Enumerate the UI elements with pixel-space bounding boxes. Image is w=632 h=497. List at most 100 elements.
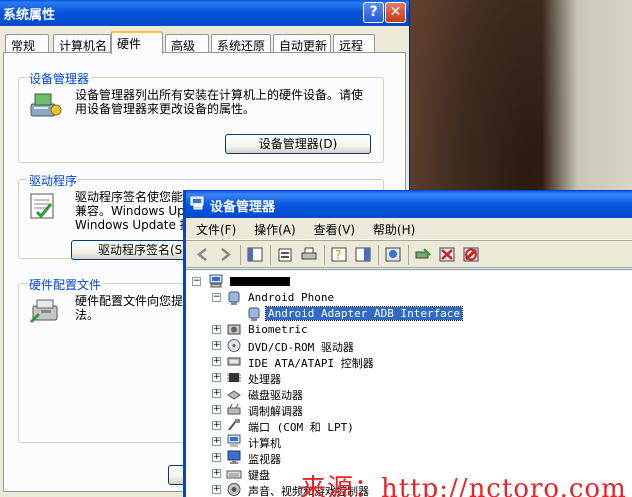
- toolbar-separator: [324, 245, 325, 265]
- tab-system-restore[interactable]: 系统还原: [211, 34, 271, 53]
- toolbar-separator: [240, 245, 241, 265]
- hardware-profiles-icon: [29, 299, 58, 324]
- device-manager-button[interactable]: 设备管理器(D): [225, 134, 371, 154]
- tree-node-dvd[interactable]: + DVD/CD-ROM 驱动器: [212, 338, 412, 354]
- update-driver-icon[interactable]: [414, 246, 432, 263]
- tab-remote[interactable]: 远程: [333, 34, 375, 53]
- expand-expander[interactable]: +: [212, 357, 221, 366]
- system-properties-titlebar[interactable]: 系统属性 ? ✕: [0, 0, 409, 26]
- help-button[interactable]: ?: [363, 2, 384, 23]
- device-manager-description-line2: 用设备管理器来更改设备的属性。: [75, 102, 256, 116]
- tree-node-ports[interactable]: + 端口 (COM 和 LPT): [212, 418, 412, 434]
- tree-node-ide[interactable]: + IDE ATA/ATAPI 控制器: [212, 354, 412, 370]
- device-manager-group-title: 设备管理器: [27, 70, 92, 87]
- forward-icon[interactable]: [216, 246, 234, 263]
- monitor-icon: [227, 450, 241, 464]
- show-hide-action-pane-icon[interactable]: [354, 246, 372, 263]
- toolbar-separator: [408, 245, 409, 265]
- tab-advanced[interactable]: 高级: [165, 34, 209, 53]
- tree-node-monitor[interactable]: + 监视器: [212, 450, 412, 466]
- device-manager-icon: [30, 93, 62, 117]
- tree-node-label: Biometric: [248, 323, 308, 336]
- driver-signing-icon: [30, 193, 54, 219]
- biometric-icon: [227, 324, 241, 335]
- hardware-profiles-description-line1: 硬件配置文件向您提: [75, 294, 184, 308]
- tree-node-label: 计算机: [248, 437, 281, 450]
- toolbar: ?: [186, 240, 632, 268]
- menu-help[interactable]: 帮助(H): [373, 221, 415, 238]
- drivers-description-line3: Windows Update 搜: [75, 218, 192, 232]
- tree-node-label-selected: Android Adapter ADB Interface: [264, 306, 464, 321]
- menu-action[interactable]: 操作(A): [254, 221, 296, 238]
- tree-root[interactable]: −: [192, 274, 392, 290]
- modem-icon: [227, 403, 241, 415]
- expand-expander[interactable]: +: [212, 437, 221, 446]
- menu-view[interactable]: 查看(V): [314, 221, 356, 238]
- disable-device-icon[interactable]: [438, 246, 456, 263]
- show-hide-console-tree-icon[interactable]: [246, 246, 264, 263]
- tree-node-biometric[interactable]: + Biometric: [212, 322, 412, 338]
- phone-device-icon: [228, 291, 240, 305]
- tree-node-disk[interactable]: + 磁盘驱动器: [212, 386, 412, 402]
- dvd-drive-icon: [227, 339, 241, 352]
- tree-node-modem[interactable]: + 调制解调器: [212, 402, 412, 418]
- tree-node-label: 磁盘驱动器: [248, 389, 303, 402]
- ide-controller-icon: [227, 357, 241, 366]
- system-properties-title: 系统属性: [3, 8, 56, 23]
- scan-hardware-icon[interactable]: [384, 246, 402, 263]
- tree-node-label: Android Phone: [248, 291, 335, 304]
- tree-node-computer[interactable]: + 计算机: [212, 434, 412, 450]
- tree-node-android-phone[interactable]: − Android Phone: [212, 290, 412, 306]
- hardware-profiles-group-title: 硬件配置文件: [27, 276, 104, 293]
- collapse-expander[interactable]: −: [212, 293, 221, 302]
- tree-node-adb-interface[interactable]: Android Adapter ADB Interface: [246, 306, 506, 322]
- adb-interface-icon: [248, 307, 260, 321]
- source-watermark: 来源：http://nctoro.com: [300, 474, 627, 497]
- expand-expander[interactable]: +: [212, 405, 221, 414]
- background-wall: [542, 0, 632, 200]
- computer-root-icon: [209, 274, 223, 288]
- print-icon[interactable]: [300, 246, 318, 263]
- expand-expander[interactable]: +: [212, 453, 221, 462]
- device-tree[interactable]: − − Android Phone Android Adapter ADB In…: [186, 269, 632, 497]
- expand-expander[interactable]: +: [212, 341, 221, 350]
- keyboard-icon: [226, 470, 242, 479]
- expand-expander[interactable]: +: [212, 421, 221, 430]
- device-manager-group: 设备管理器 设备管理器列出所有安装在计算机上的硬件设备。请使 用设备管理器来更改…: [18, 70, 384, 163]
- expand-expander[interactable]: +: [212, 325, 221, 334]
- disk-drive-icon: [227, 390, 241, 400]
- tree-node-label: DVD/CD-ROM 驱动器: [248, 341, 354, 354]
- toolbar-separator: [378, 245, 379, 265]
- drivers-description-line1: 驱动程序签名使您能: [75, 190, 184, 204]
- menu-bar: 文件(F) 操作(A) 查看(V) 帮助(H): [186, 218, 632, 240]
- drivers-description-line2: 兼容。Windows Upda: [75, 204, 200, 218]
- tree-node-label: 监视器: [248, 453, 281, 466]
- tab-automatic-updates[interactable]: 自动更新: [273, 34, 331, 53]
- device-manager-window-icon: [190, 196, 204, 210]
- tree-node-label: 键盘: [248, 469, 270, 482]
- tree-node-processor[interactable]: + 处理器: [212, 370, 412, 386]
- expand-expander[interactable]: +: [212, 389, 221, 398]
- tab-computer-name[interactable]: 计算机名: [53, 34, 111, 53]
- close-button[interactable]: ✕: [385, 2, 406, 23]
- collapse-expander[interactable]: −: [192, 277, 201, 286]
- port-icon: [228, 419, 240, 431]
- expand-expander[interactable]: +: [212, 469, 221, 478]
- device-manager-titlebar[interactable]: 设备管理器: [186, 191, 632, 218]
- menu-file[interactable]: 文件(F): [196, 221, 236, 238]
- hardware-profiles-description-line2: 法。: [75, 308, 100, 322]
- tree-node-label: 端口 (COM 和 LPT): [248, 421, 354, 434]
- expand-expander[interactable]: +: [212, 485, 221, 494]
- help-icon[interactable]: ?: [330, 246, 348, 263]
- sound-icon: [227, 483, 241, 496]
- expand-expander[interactable]: +: [212, 373, 221, 382]
- properties-icon[interactable]: [276, 246, 294, 263]
- device-manager-title: 设备管理器: [210, 200, 276, 215]
- back-icon[interactable]: [194, 246, 212, 263]
- processor-icon: [227, 373, 241, 382]
- driver-signing-button[interactable]: 驱动程序签名(S: [71, 240, 187, 260]
- tab-hardware[interactable]: 硬件: [111, 31, 163, 54]
- toolbar-separator: [270, 245, 271, 265]
- tab-general[interactable]: 常规: [5, 34, 49, 53]
- uninstall-device-icon[interactable]: [462, 246, 480, 263]
